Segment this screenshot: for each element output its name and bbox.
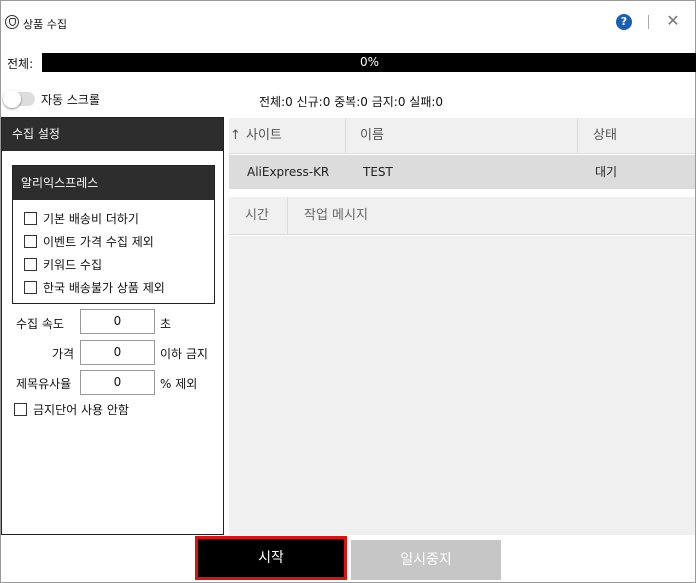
- site-table-header: ↑ 사이트 이름 상태: [229, 118, 695, 154]
- close-icon[interactable]: ✕: [664, 12, 682, 30]
- speed-label: 수집 속도: [16, 317, 64, 331]
- option-exclude-event-price[interactable]: 이벤트 가격 수집 제외: [24, 233, 154, 249]
- option-label: 키워드 수집: [43, 257, 103, 272]
- title-similarity-unit: % 제외: [160, 377, 198, 391]
- app-logo-icon: [5, 15, 19, 29]
- column-divider: [345, 118, 346, 154]
- title-similarity-label: 제목유사율: [16, 377, 72, 391]
- speed-input[interactable]: 0: [80, 309, 155, 334]
- column-status[interactable]: 상태: [593, 118, 617, 154]
- help-icon[interactable]: ?: [616, 14, 632, 30]
- title-similarity-input[interactable]: 0: [80, 370, 155, 395]
- checkbox[interactable]: [24, 211, 37, 225]
- column-site[interactable]: 사이트: [246, 118, 282, 154]
- table-row[interactable]: AliExpress-KR TEST 대기: [229, 155, 695, 189]
- log-table-header: 시간 작업 메시지: [229, 197, 695, 235]
- checkbox[interactable]: [24, 257, 37, 271]
- pause-button[interactable]: 일시중지: [351, 540, 501, 580]
- progress-bar: 0%: [42, 53, 696, 72]
- start-button[interactable]: 시작: [195, 536, 347, 580]
- title-separator: [648, 15, 649, 29]
- column-divider: [287, 197, 288, 235]
- option-no-banned-words[interactable]: 금지단어 사용 안함: [14, 401, 129, 417]
- title-bar: 상품 수집 ? ✕: [1, 1, 695, 45]
- price-unit: 이하 금지: [160, 347, 208, 361]
- checkbox[interactable]: [14, 402, 27, 416]
- price-input[interactable]: 0: [80, 340, 155, 365]
- sort-up-icon[interactable]: ↑: [230, 118, 241, 154]
- auto-scroll-toggle[interactable]: [3, 90, 35, 108]
- option-exclude-no-korea-shipping[interactable]: 한국 배송불가 상품 제외: [24, 279, 165, 295]
- toggle-knob: [3, 90, 21, 108]
- option-add-shipping[interactable]: 기본 배송비 더하기: [24, 210, 139, 226]
- cell-name: TEST: [363, 165, 393, 179]
- aliexpress-group: 알리익스프레스 기본 배송비 더하기 이벤트 가격 수집 제외 키워드 수집 한…: [12, 165, 215, 304]
- column-name[interactable]: 이름: [360, 118, 384, 154]
- checkbox[interactable]: [24, 234, 37, 248]
- option-label: 한국 배송불가 상품 제외: [43, 280, 165, 295]
- price-label: 가격: [52, 347, 75, 361]
- option-label: 이벤트 가격 수집 제외: [43, 234, 154, 249]
- product-collect-window: 상품 수집 ? ✕ 전체: 0% 자동 스크롤 전체:0 신규:0 중복:0 금…: [0, 0, 696, 583]
- aliexpress-group-header: 알리익스프레스: [13, 166, 214, 200]
- cell-status: 대기: [595, 165, 618, 179]
- progress-percent: 0%: [359, 55, 380, 69]
- collect-settings-panel: 수집 설정 알리익스프레스 기본 배송비 더하기 이벤트 가격 수집 제외 키워…: [1, 117, 224, 535]
- cell-site: AliExpress-KR: [247, 165, 330, 179]
- auto-scroll-label: 자동 스크롤: [41, 93, 101, 107]
- speed-unit: 초: [160, 317, 172, 331]
- column-divider: [577, 118, 578, 154]
- column-message[interactable]: 작업 메시지: [304, 197, 368, 235]
- settings-header: 수집 설정: [2, 118, 223, 151]
- window-title: 상품 수집: [23, 18, 67, 31]
- column-time[interactable]: 시간: [245, 197, 269, 235]
- option-keyword-collect[interactable]: 키워드 수집: [24, 256, 102, 272]
- option-label: 기본 배송비 더하기: [43, 211, 139, 226]
- collection-stats: 전체:0 신규:0 중복:0 금지:0 실패:0: [259, 95, 444, 109]
- checkbox[interactable]: [24, 280, 37, 294]
- progress-label: 전체:: [7, 57, 34, 71]
- option-label: 금지단어 사용 안함: [33, 402, 129, 417]
- log-list[interactable]: [229, 236, 695, 535]
